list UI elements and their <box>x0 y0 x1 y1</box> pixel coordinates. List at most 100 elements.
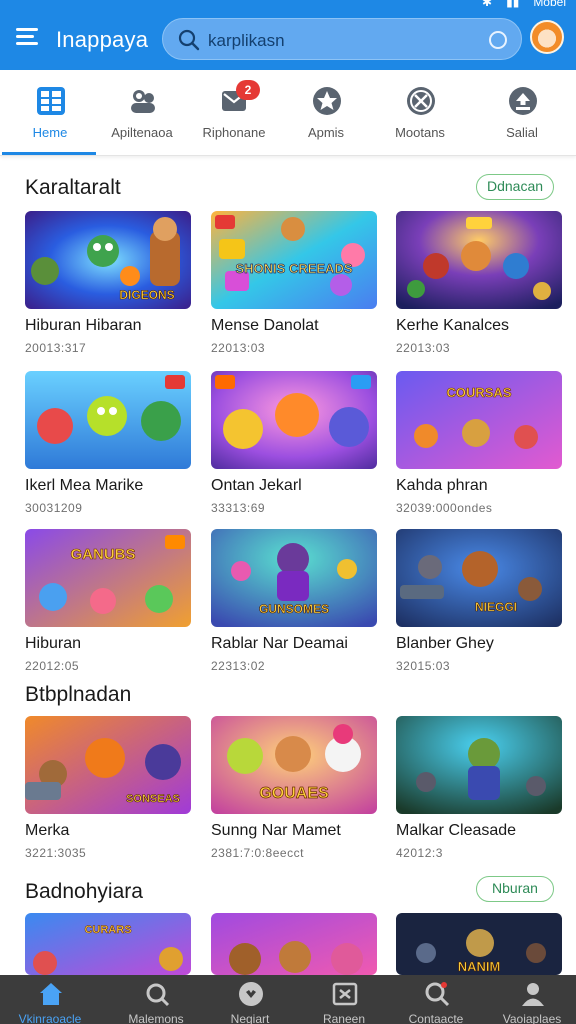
search-icon <box>178 29 200 51</box>
thumbnail-text: GOUAES <box>259 785 329 802</box>
category-tabs: Heme Apiltenaoa Riphonane Apmis Mootans <box>0 70 576 156</box>
game-meta: 30031209 <box>25 501 83 515</box>
game-title: Kerhe Kanalces <box>396 317 509 334</box>
game-thumbnail: GANUBS <box>25 529 191 627</box>
search-icon <box>146 983 170 1007</box>
tab-salial[interactable]: Salial <box>474 70 570 156</box>
tab-label: Apmis <box>307 125 345 140</box>
home-icon <box>40 983 62 1005</box>
nav-label: Vaoiaplaes <box>502 1012 562 1024</box>
active-tab-indicator <box>2 152 96 155</box>
nav-malemons[interactable]: Malemons <box>108 975 204 1024</box>
game-title: Hiburan <box>25 635 82 652</box>
nav-label: Contaacte <box>408 1012 464 1024</box>
bottom-navigation: Vkinraoacle Malemons Negiart Raneen Cont… <box>0 975 576 1024</box>
section-title: Btbplnadan <box>25 683 132 706</box>
status-text: Mobel <box>533 0 566 9</box>
thumbnail-text: COURSAS <box>446 385 511 400</box>
download-icon <box>509 87 537 115</box>
nav-home[interactable]: Vkinraoacle <box>2 975 98 1024</box>
game-thumbnail: GOUAES <box>211 716 377 814</box>
game-meta: 42012:3 <box>396 846 443 860</box>
game-thumbnail <box>25 371 191 469</box>
game-meta: 22013:03 <box>211 341 266 355</box>
game-meta: 33313:69 <box>211 501 266 515</box>
tab-riphonane[interactable]: Riphonane <box>186 70 282 156</box>
nav-vaoiaplaes[interactable]: Vaoiaplaes <box>484 975 576 1024</box>
nav-raneen[interactable]: Raneen <box>296 975 392 1024</box>
tab-label: Apiltenaoa <box>111 125 173 140</box>
game-meta: 2381:7:0:8eecct <box>211 846 304 860</box>
tab-heme[interactable]: Heme <box>2 70 98 156</box>
app-title: Inappaya <box>56 27 149 52</box>
game-thumbnail: COURSAS <box>396 371 562 469</box>
see-more-button[interactable]: Nburan <box>476 876 554 902</box>
game-thumbnail: SHONIS CREEADS <box>211 211 377 309</box>
nav-label: Malemons <box>128 1012 184 1024</box>
game-title: Rablar Nar Deamai <box>211 635 348 652</box>
top-app-bar: ✱ ▮▮ Mobel Inappaya karplikasn <box>0 0 576 70</box>
tab-apiltenaoa[interactable]: Apiltenaoa <box>94 70 190 156</box>
thumbnail-text: DIGEONS <box>119 288 174 302</box>
nav-contaacte[interactable]: Contaacte <box>388 975 484 1024</box>
nav-label: Raneen <box>322 1012 366 1024</box>
thumbnail-text: GANUBS <box>70 546 135 563</box>
thumbnail-text: CURARS <box>84 924 131 936</box>
avatar[interactable] <box>530 20 564 54</box>
game-thumbnail: DIGEONS <box>25 211 191 309</box>
game-title: Ontan Jekarl <box>211 477 302 494</box>
section-title: Karaltaralt <box>25 176 121 199</box>
people-icon <box>131 90 155 113</box>
game-title: Kahda phran <box>396 477 488 494</box>
game-thumbnail <box>396 716 562 814</box>
notification-badge: 2 <box>236 80 260 100</box>
person-icon <box>522 983 544 1006</box>
box-icon <box>332 982 358 1006</box>
game-meta: 20013:317 <box>25 341 87 355</box>
tab-label: Salial <box>506 125 538 140</box>
magnifier-icon <box>425 982 450 1007</box>
tab-label: Mootans <box>395 125 445 140</box>
game-title: Malkar Cleasade <box>396 822 517 839</box>
search-input[interactable]: karplikasn <box>162 18 522 60</box>
game-title: Blanber Ghey <box>396 635 494 652</box>
game-meta: 3221:3035 <box>25 846 87 860</box>
heart-icon <box>239 982 263 1006</box>
menu-icon[interactable] <box>16 26 40 46</box>
voice-search-icon[interactable] <box>489 31 507 49</box>
tab-label: Riphonane <box>202 125 266 140</box>
thumbnail-text: GUNSOMES <box>259 602 329 616</box>
game-thumbnail: CURARS <box>25 913 191 975</box>
search-value: karplikasn <box>208 31 285 50</box>
wifi-icon: ✱ <box>482 0 493 9</box>
grid-icon <box>37 87 65 115</box>
tab-mootans[interactable]: Mootans <box>372 70 468 156</box>
game-meta: 22013:03 <box>396 341 451 355</box>
game-title: Sunng Nar Mamet <box>211 822 341 839</box>
thumbnail-text: NIEGGI <box>475 600 517 614</box>
game-title: Ikerl Mea Marike <box>25 477 144 494</box>
see-more-button[interactable]: Ddnacan <box>476 174 554 200</box>
game-meta: 22313:02 <box>211 659 266 673</box>
thumbnail-text: SHONIS CREEADS <box>235 261 352 276</box>
game-title: Mense Danolat <box>211 317 319 334</box>
game-meta: 22012:05 <box>25 659 80 673</box>
nav-negiart[interactable]: Negiart <box>202 975 298 1024</box>
game-thumbnail: GUNSOMES <box>211 529 377 627</box>
nav-label: Vkinraoacle <box>18 1012 82 1024</box>
nav-label: Negiart <box>230 1012 270 1024</box>
compass-icon <box>407 87 435 115</box>
game-thumbnail <box>211 371 377 469</box>
game-title: Hiburan Hibaran <box>25 317 142 334</box>
thumbnail-text: SONSEAS <box>126 793 180 805</box>
game-thumbnail <box>211 913 377 975</box>
game-thumbnail: NIEGGI <box>396 529 562 627</box>
tab-apmis[interactable]: Apmis <box>278 70 374 156</box>
tab-label: Heme <box>32 125 68 140</box>
game-thumbnail: NANIM <box>396 913 562 975</box>
star-icon <box>313 87 341 115</box>
status-bar: ✱ ▮▮ Mobel <box>482 0 566 9</box>
signal-icon: ▮▮ <box>506 0 520 9</box>
section-title: Badnohyiara <box>25 880 143 903</box>
game-meta: 32039:000ondes <box>396 501 493 515</box>
